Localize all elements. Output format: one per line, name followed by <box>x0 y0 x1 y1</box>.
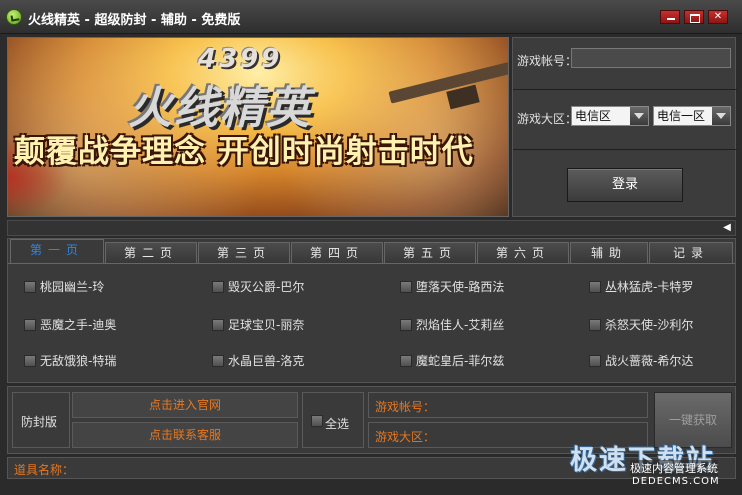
hero-label: 杀怒天使-沙利尔 <box>605 318 694 332</box>
region-select-secondary[interactable]: 电信一区 <box>653 106 731 126</box>
site-watermark: 极速下载站 极速内容管理系统 DEDECMS.COM <box>566 438 742 495</box>
game-banner: 4399 火线精英 颠覆战争理念 开创时尚射击时代 <box>7 37 509 217</box>
hero-label: 足球宝贝-丽奈 <box>228 318 305 332</box>
collapse-icon[interactable]: ◀ <box>721 222 733 234</box>
checkbox-icon <box>400 319 412 331</box>
item-name-label: 道具名称： <box>14 463 75 477</box>
checkbox-icon <box>311 415 323 427</box>
tab-page-4[interactable]: 第四页 <box>291 242 383 263</box>
checkbox-icon <box>212 319 224 331</box>
hero-label: 桃园幽兰-玲 <box>40 280 105 294</box>
chevron-down-icon <box>712 107 730 125</box>
checkbox-icon <box>212 281 224 293</box>
checkbox-icon <box>24 319 36 331</box>
checkbox-icon <box>212 355 224 367</box>
region-label: 游戏大区： <box>517 112 578 126</box>
minimize-button[interactable] <box>660 10 680 24</box>
divider <box>513 89 737 90</box>
official-site-button[interactable]: 点击进入官网 <box>72 392 298 418</box>
hero-label: 魔蛇皇后-菲尔兹 <box>416 354 505 368</box>
hero-label: 水晶巨兽-洛克 <box>228 354 305 368</box>
tab-log[interactable]: 记录 <box>649 242 733 263</box>
account-display-field[interactable]: 游戏帐号： <box>368 392 648 418</box>
checkbox-icon <box>400 355 412 367</box>
account-label: 游戏帐号： <box>517 54 578 68</box>
close-icon: ✕ <box>713 11 723 22</box>
checkbox-icon <box>589 281 601 293</box>
anti-ban-label: 防封版 <box>21 415 58 429</box>
anti-ban-box: 防封版 <box>12 392 70 448</box>
collapse-bar: ◀ <box>7 220 736 236</box>
contact-service-button[interactable]: 点击联系客服 <box>72 422 298 448</box>
banner-logo-number: 4399 <box>198 44 283 74</box>
hero-label: 丛林猛虎-卡特罗 <box>605 280 694 294</box>
select-all-checkbox[interactable]: 全选 <box>302 392 364 448</box>
title-bar[interactable]: 火线精英 - 超级防封 - 辅助 - 免费版 ✕ <box>0 0 742 34</box>
hero-label: 恶魔之手-迪奥 <box>40 318 117 332</box>
tab-page-2[interactable]: 第二页 <box>105 242 197 263</box>
region-select-secondary-value: 电信一区 <box>657 109 706 123</box>
hero-label: 无敌饿狼-特瑞 <box>40 354 117 368</box>
checkbox-icon <box>400 281 412 293</box>
maximize-button[interactable] <box>684 10 704 24</box>
login-button[interactable]: 登录 <box>567 168 683 202</box>
minimize-icon <box>661 11 679 23</box>
hero-label: 毁灭公爵-巴尔 <box>228 280 305 294</box>
checkbox-icon <box>24 355 36 367</box>
banner-slogan: 颠覆战争理念 开创时尚射击时代 <box>14 134 474 170</box>
tab-page-6[interactable]: 第六页 <box>477 242 569 263</box>
checkbox-icon <box>589 319 601 331</box>
checkbox-icon <box>589 355 601 367</box>
hero-list: 桃园幽兰-玲 毁灭公爵-巴尔 堕落天使-路西法 丛林猛虎-卡特罗 恶魔之手-迪奥… <box>8 263 735 383</box>
hero-label: 战火蔷薇-希尔达 <box>605 354 694 368</box>
bottom-region-label: 游戏大区： <box>375 430 436 444</box>
divider <box>513 149 737 150</box>
bottom-account-label: 游戏帐号： <box>375 400 436 414</box>
window-title: 火线精英 - 超级防封 - 辅助 - 免费版 <box>28 13 241 28</box>
hero-label: 堕落天使-路西法 <box>416 280 505 294</box>
region-select-primary[interactable]: 电信区 <box>571 106 649 126</box>
hero-tab-panel: 第一页 第二页 第三页 第四页 第五页 第六页 辅助 记录 桃园幽兰-玲 毁灭公… <box>7 238 736 383</box>
tab-page-3[interactable]: 第三页 <box>198 242 290 263</box>
account-input[interactable] <box>571 48 731 68</box>
tab-assist[interactable]: 辅助 <box>570 242 648 263</box>
hero-label: 烈焰佳人-艾莉丝 <box>416 318 505 332</box>
close-button[interactable]: ✕ <box>708 10 728 24</box>
select-all-label: 全选 <box>325 417 350 431</box>
tab-strip: 第一页 第二页 第三页 第四页 第五页 第六页 辅助 记录 <box>8 239 737 263</box>
region-select-primary-value: 电信区 <box>575 109 612 123</box>
tab-page-1[interactable]: 第一页 <box>10 239 104 263</box>
login-panel: 游戏帐号： 游戏大区： 电信区 电信一区 登录 <box>512 37 737 217</box>
app-logo-icon <box>6 9 22 25</box>
watermark-url: DEDECMS.COM <box>632 476 720 487</box>
chevron-down-icon <box>630 107 648 125</box>
maximize-icon <box>685 11 703 23</box>
checkbox-icon <box>24 281 36 293</box>
watermark-sub: 极速内容管理系统 <box>630 460 718 476</box>
tab-page-5[interactable]: 第五页 <box>384 242 476 263</box>
